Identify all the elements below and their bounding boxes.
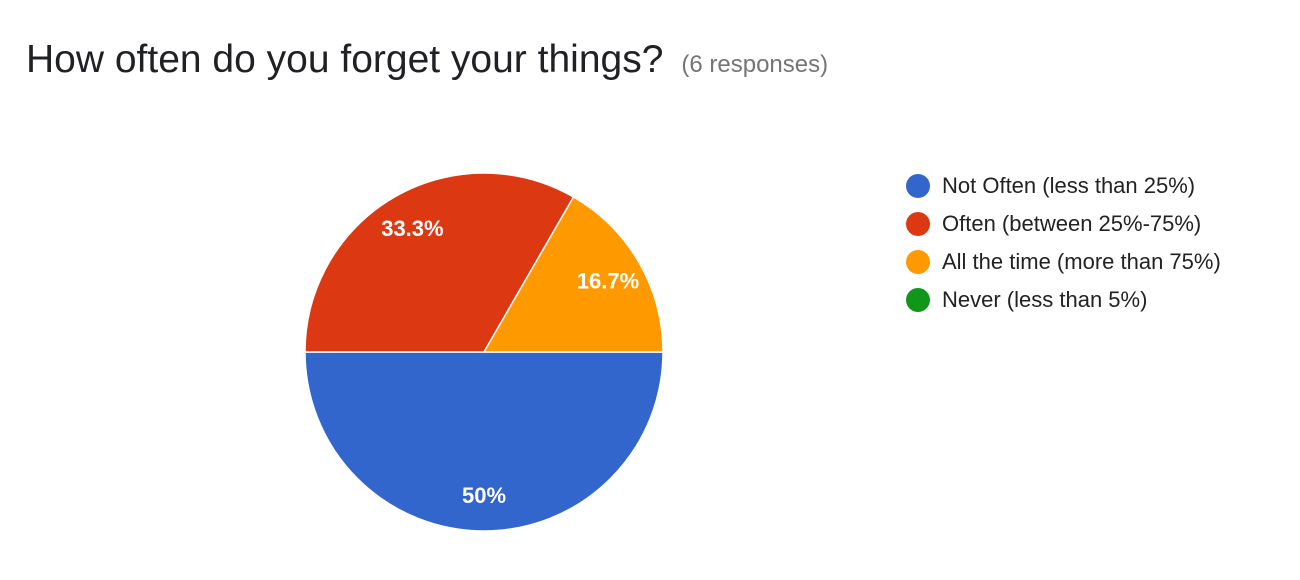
chart-legend: Not Often (less than 25%) Often (between … — [906, 167, 1221, 319]
legend-swatch-1 — [906, 212, 930, 236]
legend-swatch-3 — [906, 288, 930, 312]
pie-slice-label-1: 33.3% — [381, 216, 443, 241]
legend-label-0: Not Often (less than 25%) — [942, 173, 1196, 198]
legend-label-1: Often (between 25%-75%) — [942, 211, 1202, 236]
legend-swatch-0 — [906, 174, 930, 198]
pie-chart-svg: 50% 33.3% 16.7% — [304, 172, 664, 532]
legend-swatch-2 — [906, 250, 930, 274]
legend-item-3[interactable]: Never (less than 5%) — [906, 281, 1221, 319]
pie-chart: 50% 33.3% 16.7% — [0, 0, 760, 580]
legend-item-0[interactable]: Not Often (less than 25%) — [906, 167, 1221, 205]
pie-slice-label-0: 50% — [462, 483, 506, 508]
pie-slice-label-2: 16.7% — [577, 268, 639, 293]
legend-label-2: All the time (more than 75%) — [942, 249, 1221, 274]
legend-label-3: Never (less than 5%) — [942, 287, 1148, 312]
legend-item-2[interactable]: All the time (more than 75%) — [906, 243, 1221, 281]
legend-item-1[interactable]: Often (between 25%-75%) — [906, 205, 1221, 243]
